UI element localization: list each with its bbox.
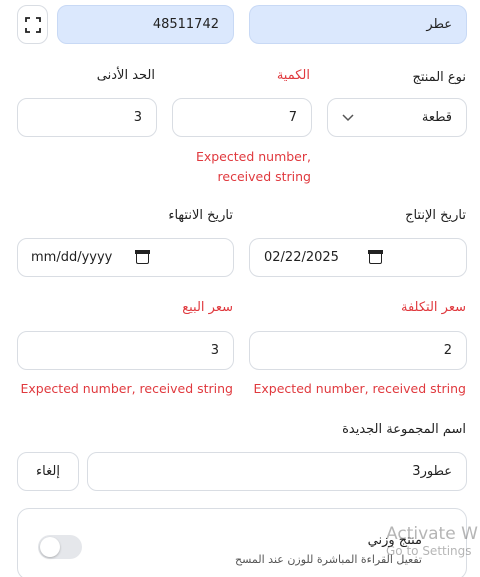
quantity-input[interactable]: 7: [172, 98, 312, 137]
barcode-text: 48511742: [152, 17, 219, 32]
weighted-description: تفعيل القراءة المباشرة للوزن عند المسح: [235, 553, 422, 566]
group-name-input[interactable]: عطور3: [87, 452, 467, 491]
cancel-button[interactable]: إلغاء: [17, 452, 79, 491]
min-limit-label: الحد الأدنى: [96, 68, 155, 83]
new-group-label: اسم المجموعة الجديدة: [342, 422, 466, 437]
toggle-knob: [40, 537, 60, 557]
product-name-input[interactable]: عطر: [249, 5, 467, 44]
cost-price-input[interactable]: 2: [249, 331, 467, 370]
product-type-label: نوع المنتج: [412, 70, 466, 85]
product-type-value: قطعة: [421, 110, 452, 125]
sale-price-value: 3: [210, 343, 219, 358]
fullscreen-icon: [24, 16, 41, 33]
sale-price-input[interactable]: 3: [17, 331, 234, 370]
weighted-toggle[interactable]: [38, 535, 82, 559]
calendar-icon[interactable]: [368, 250, 383, 264]
quantity-value: 7: [288, 110, 297, 125]
fullscreen-button[interactable]: [17, 5, 48, 44]
quantity-label: الكمية: [276, 68, 310, 83]
product-name-text: عطر: [426, 17, 452, 32]
cost-price-label: سعر التكلفة: [401, 300, 466, 315]
chevron-down-icon: [342, 113, 354, 121]
expiry-date-label: تاريخ الانتهاء: [168, 208, 233, 223]
calendar-icon[interactable]: [135, 250, 150, 264]
group-name-value: عطور3: [412, 464, 452, 479]
quantity-error-line1: Expected number,: [195, 149, 311, 164]
min-limit-input[interactable]: 3: [17, 98, 157, 137]
sale-price-label: سعر البيع: [182, 300, 233, 315]
weighted-product-card: منتج وزني تفعيل القراءة المباشرة للوزن ع…: [17, 508, 467, 577]
production-date-value: 02/22/2025: [264, 250, 339, 265]
cost-price-error: Expected number, received string: [253, 381, 467, 396]
cost-price-value: 2: [443, 343, 452, 358]
sale-price-error: Expected number, received string: [20, 381, 234, 396]
weighted-title: منتج وزني: [367, 533, 422, 548]
expiry-date-value: mm/dd/yyyy: [31, 250, 113, 265]
product-type-select[interactable]: قطعة: [327, 98, 467, 137]
barcode-input[interactable]: 48511742: [57, 5, 234, 44]
production-date-input[interactable]: 02/22/2025: [249, 238, 467, 277]
production-date-label: تاريخ الإنتاج: [405, 208, 466, 223]
min-limit-value: 3: [133, 110, 142, 125]
quantity-error-line2: received string: [217, 169, 311, 184]
expiry-date-input[interactable]: mm/dd/yyyy: [17, 238, 234, 277]
cancel-label: إلغاء: [36, 464, 60, 479]
